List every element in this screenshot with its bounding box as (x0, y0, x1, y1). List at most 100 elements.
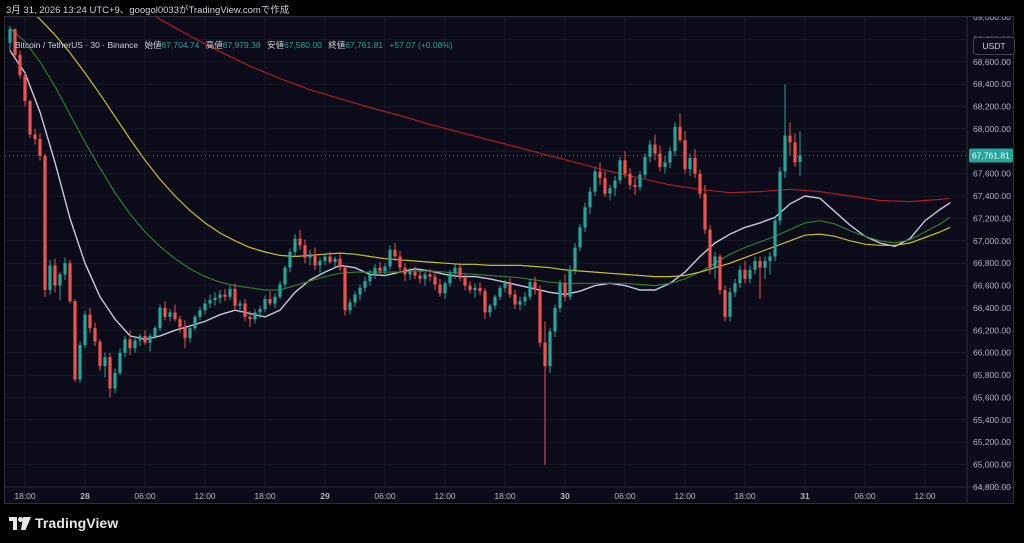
candle-body (578, 227, 582, 248)
candle-body (788, 135, 792, 143)
candle-body (368, 274, 372, 282)
candle-body (713, 256, 717, 268)
candle-body (263, 299, 267, 310)
candle-body (168, 312, 172, 317)
candle-body (313, 254, 317, 266)
x-tick-label: 12:00 (674, 491, 696, 501)
candle-body (423, 274, 427, 279)
candle-body (603, 178, 607, 194)
candle-body (43, 155, 47, 291)
candle-body (18, 55, 22, 76)
candle-body (733, 283, 737, 293)
candle-body (793, 142, 797, 163)
candle-body (33, 134, 37, 139)
candle-body (88, 314, 92, 329)
candle-body (258, 309, 262, 313)
chart-frame[interactable]: 69,000.0068,800.0068,600.0068,400.0068,2… (4, 16, 1015, 504)
y-tick-label: 68,000.00 (973, 124, 1011, 134)
candle-body (468, 285, 472, 291)
candle-body (153, 328, 157, 336)
snapshot-bar: 3月 31, 2026 13:24 UTC+9、googol0033がTradi… (0, 0, 1024, 16)
x-tick-label: 30 (560, 491, 570, 501)
snapshot-header: 3月 31, 2026 13:24 UTC+9、googol0033がTradi… (6, 5, 290, 16)
open-value: 67,704.74 (161, 40, 200, 50)
candle-body (223, 294, 227, 297)
candle-body (338, 258, 342, 268)
candle-body (113, 372, 117, 389)
candle-body (408, 272, 412, 275)
candle-body (393, 249, 397, 257)
y-tick-label: 66,600.00 (973, 281, 1011, 291)
candle-body (588, 191, 592, 208)
y-tick-label: 65,000.00 (973, 460, 1011, 470)
candle-body (663, 162, 667, 167)
tradingview-logo[interactable]: TradingView (9, 515, 118, 531)
candle-body (443, 283, 447, 294)
candle-body (533, 282, 537, 291)
candle-body (773, 220, 777, 257)
symbol-title[interactable]: Bitcoin / TetherUS · 30 · Binance (15, 40, 138, 50)
candle-body (108, 357, 112, 389)
y-tick-label: 65,200.00 (973, 437, 1011, 447)
candle-body (753, 260, 757, 270)
candle-body (283, 267, 287, 285)
candle-body (133, 340, 137, 349)
candle-body (488, 305, 492, 313)
candle-body (118, 352, 122, 373)
candle-body (353, 294, 357, 303)
x-tick-label: 06:00 (374, 491, 396, 501)
candle-body (208, 300, 212, 304)
candle-body (798, 155, 802, 162)
candle-body (538, 290, 542, 343)
y-tick-label: 65,400.00 (973, 415, 1011, 425)
candle-body (98, 341, 102, 367)
candle-body (738, 269, 742, 284)
candle-body (673, 126, 677, 152)
candle-body (228, 288, 232, 297)
candle-body (688, 158, 692, 170)
candle-body (213, 297, 217, 301)
x-tick-label: 18:00 (494, 491, 516, 501)
candle-body (703, 193, 707, 230)
candle-body (743, 269, 747, 279)
candle-body (233, 288, 237, 306)
tradingview-logo-text: TradingView (35, 515, 119, 531)
y-tick-label: 67,400.00 (973, 191, 1011, 201)
y-tick-label: 68,400.00 (973, 79, 1011, 89)
candle-body (598, 171, 602, 179)
candle-body (593, 171, 597, 192)
tradingview-logo-icon (9, 516, 31, 530)
candle-body (748, 269, 752, 279)
candle-body (363, 281, 367, 288)
candle-body (183, 326, 187, 339)
y-tick-label: 67,200.00 (973, 213, 1011, 223)
currency-badge[interactable]: USDT (973, 37, 1015, 55)
candle-body (138, 335, 142, 341)
candle-body (243, 303, 247, 317)
close-value: 67,761.81 (345, 40, 384, 50)
candle-body (758, 260, 762, 268)
candle-body (633, 184, 637, 188)
candle-body (358, 287, 362, 295)
y-tick-label: 67,600.00 (973, 169, 1011, 179)
candle-body (278, 284, 282, 297)
candle-body (628, 173, 632, 185)
x-tick-label: 29 (320, 491, 330, 501)
candle-body (53, 265, 57, 286)
candle-body (68, 263, 72, 302)
candle-body (48, 265, 52, 291)
candle-body (308, 254, 312, 258)
candle-body (553, 307, 557, 332)
candle-body (683, 140, 687, 170)
candle-body (493, 296, 497, 306)
candle-body (388, 249, 392, 267)
candle-body (328, 256, 332, 263)
y-tick-label: 66,400.00 (973, 303, 1011, 313)
candle-body (513, 294, 517, 305)
candle-body (248, 316, 252, 320)
x-tick-label: 18:00 (14, 491, 36, 501)
candle-body (303, 245, 307, 258)
price-chart[interactable]: 69,000.0068,800.0068,600.0068,400.0068,2… (5, 17, 1013, 503)
candle-body (648, 144, 652, 157)
candle-body (83, 314, 87, 345)
